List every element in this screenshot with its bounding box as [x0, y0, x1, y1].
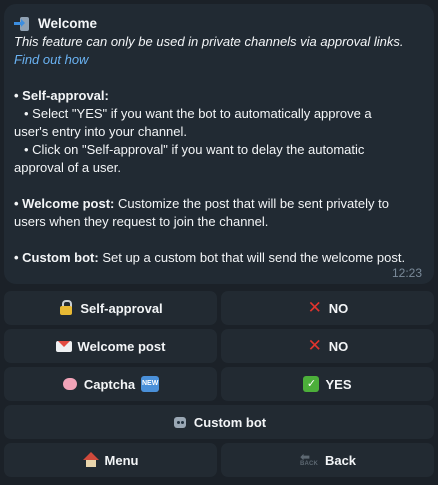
inline-keyboard: Self-approval ✕ NO Welcome post ✕ NO Cap…	[4, 291, 434, 477]
captcha-label: Captcha	[83, 376, 136, 392]
custom-bot-button[interactable]: Custom bot	[4, 405, 434, 439]
back-arrow-icon: ⬅ BACK	[299, 450, 319, 467]
self-approval-button[interactable]: Self-approval	[4, 291, 217, 325]
robot-icon	[172, 414, 188, 430]
house-icon	[82, 452, 99, 468]
custom-bot-label: Custom bot	[193, 414, 267, 430]
welcome-post-label: Welcome post	[77, 338, 166, 354]
custom-bot-paragraph: • Custom bot: Set up a custom bot that w…	[14, 249, 424, 267]
intro-text: This feature can only be used in private…	[14, 34, 404, 49]
check-mark-icon: ✓	[303, 376, 320, 392]
welcome-post-text: Customize the post that will be sent pri…	[114, 196, 389, 211]
custom-bot-label: • Custom bot:	[14, 250, 99, 265]
message-time: 12:23	[391, 266, 422, 280]
phone-with-arrow-icon	[14, 16, 32, 32]
self-approval-heading: • Self-approval:	[14, 88, 109, 103]
custom-bot-text: Set up a custom bot that will send the w…	[98, 250, 406, 265]
self-approval-state: NO	[328, 300, 349, 316]
self-approval-line1b: user's entry into your channel.	[14, 124, 188, 139]
new-badge-icon: NEW	[141, 376, 160, 392]
menu-label: Menu	[104, 452, 139, 468]
message-bubble: Welcome This feature can only be used in…	[4, 4, 434, 284]
back-label: Back	[324, 452, 357, 468]
self-approval-line1: • Select "YES" if you want the bot to au…	[24, 106, 372, 121]
self-approval-toggle-button[interactable]: ✕ NO	[221, 291, 434, 325]
welcome-post-button[interactable]: Welcome post	[4, 329, 217, 363]
envelope-icon	[55, 338, 72, 354]
captcha-toggle-button[interactable]: ✓ YES	[221, 367, 434, 401]
menu-button[interactable]: Menu	[4, 443, 217, 477]
welcome-post-text2: users when they request to join the chan…	[14, 214, 269, 229]
find-out-how-link[interactable]: Find out how	[14, 51, 424, 69]
brain-icon	[62, 376, 78, 392]
message-title-row: Welcome	[14, 15, 424, 33]
back-button[interactable]: ⬅ BACK Back	[221, 443, 434, 477]
self-approval-line2b: approval of a user.	[14, 160, 121, 175]
self-approval-line2: • Click on "Self-approval" if you want t…	[24, 142, 365, 157]
lock-icon	[58, 300, 74, 316]
welcome-post-toggle-button[interactable]: ✕ NO	[221, 329, 434, 363]
captcha-state: YES	[325, 376, 352, 392]
cross-mark-icon: ✕	[307, 298, 322, 317]
cross-mark-icon: ✕	[307, 336, 322, 355]
welcome-post-state: NO	[328, 338, 349, 354]
welcome-post-paragraph: • Welcome post: Customize the post that …	[14, 195, 424, 213]
captcha-button[interactable]: Captcha NEW	[4, 367, 217, 401]
message-title: Welcome	[38, 16, 98, 31]
welcome-post-label: • Welcome post:	[14, 196, 115, 211]
self-approval-label: Self-approval	[80, 300, 163, 316]
